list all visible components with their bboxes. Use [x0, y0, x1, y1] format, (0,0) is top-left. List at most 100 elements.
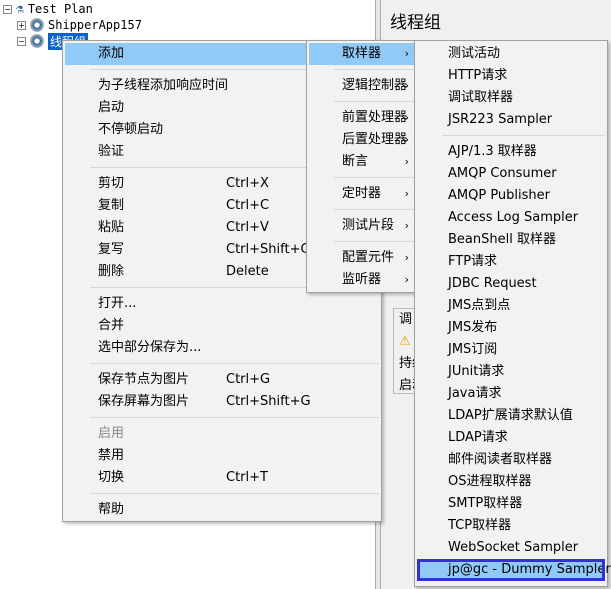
menu-item[interactable]: 配置元件 ›	[309, 247, 415, 269]
chevron-right-icon: ›	[404, 219, 409, 232]
menu-item[interactable]: 邮件阅读者取样器	[417, 449, 605, 471]
menu-item[interactable]: JMS发布	[417, 317, 605, 339]
tree-node-shipperapp[interactable]: + ShipperApp157	[17, 17, 142, 33]
menu-item[interactable]: AMQP Publisher	[417, 185, 605, 207]
menu-item-label: 邮件阅读者取样器	[448, 452, 553, 467]
menu-item[interactable]: AMQP Consumer	[417, 163, 605, 185]
menu-separator	[307, 237, 417, 247]
menu-item[interactable]: jp@gc - Dummy Sampler	[417, 559, 611, 581]
menu-item[interactable]: Java请求	[417, 383, 605, 405]
menu-item[interactable]: 打开...	[65, 293, 379, 315]
menu-item-label: 调试取样器	[448, 90, 514, 105]
menu-item[interactable]: WebSocket Sampler	[417, 537, 605, 559]
menu-item[interactable]: AJP/1.3 取样器	[417, 141, 605, 163]
menu-item[interactable]: JSR223 Sampler	[417, 109, 605, 131]
menu-item[interactable]: 后置处理器 ›	[309, 129, 415, 151]
menu-item-label: HTTP请求	[448, 68, 508, 83]
menu-item-label: JUnit请求	[448, 364, 505, 379]
shortcut-label: Ctrl+V	[226, 220, 269, 235]
menu-item[interactable]: 定时器 ›	[309, 183, 415, 205]
menu-item-label: 逻辑控制器	[342, 78, 408, 93]
menu-item[interactable]: BeanShell 取样器	[417, 229, 605, 251]
menu-separator	[63, 489, 381, 499]
collapse-icon[interactable]: −	[3, 4, 12, 14]
menu-item[interactable]: JUnit请求	[417, 361, 605, 383]
menu-item[interactable]: JMS订阅	[417, 339, 605, 361]
menu-item-label: FTP请求	[448, 254, 498, 269]
menu-item-label: 保存屏幕为图片	[98, 394, 190, 409]
chevron-right-icon: ›	[404, 155, 409, 168]
tree-node-test-plan[interactable]: − ⚗ Test Plan	[3, 1, 93, 17]
menu-item-label: 合并	[98, 318, 125, 333]
expand-icon[interactable]: +	[17, 20, 26, 30]
menu-item[interactable]: 合并	[65, 315, 379, 337]
menu-item[interactable]: FTP请求	[417, 251, 605, 273]
menu-item[interactable]: 前置处理器 ›	[309, 107, 415, 129]
menu-item[interactable]: HTTP请求	[417, 65, 605, 87]
menu-item-label: 定时器	[342, 186, 382, 201]
menu-item-label: 选中部分保存为...	[98, 340, 202, 355]
menu-item-label: LDAP请求	[448, 430, 508, 445]
menu-item[interactable]: 保存节点为图片 Ctrl+G	[65, 369, 379, 391]
menu-item-label: AMQP Consumer	[448, 166, 557, 181]
menu-item[interactable]: 切换 Ctrl+T	[65, 467, 379, 489]
menu-item-label: 测试活动	[448, 46, 501, 61]
menu-item[interactable]: OS进程取样器	[417, 471, 605, 493]
shortcut-label: Ctrl+G	[226, 372, 271, 387]
menu-item-label: 启用	[98, 426, 125, 441]
menu-item[interactable]: 监听器 ›	[309, 269, 415, 291]
menu-item[interactable]: SMTP取样器	[417, 493, 605, 515]
menu-item[interactable]: 保存屏幕为图片 Ctrl+Shift+G	[65, 391, 379, 413]
menu-item[interactable]: JDBC Request	[417, 273, 605, 295]
menu-item-label: JDBC Request	[448, 276, 537, 291]
menu-item[interactable]: 禁用	[65, 445, 379, 467]
menu-item-label: TCP取样器	[448, 518, 512, 533]
chevron-right-icon: ›	[404, 273, 409, 286]
menu-item-label: 后置处理器	[342, 132, 408, 147]
tree-label: ShipperApp157	[48, 18, 142, 32]
menu-item[interactable]: 断言 ›	[309, 151, 415, 173]
chevron-right-icon: ›	[404, 251, 409, 264]
menu-item-label: 复写	[98, 242, 125, 257]
menu-item[interactable]: 测试活动	[417, 43, 605, 65]
menu-item-label: 启动	[98, 100, 125, 115]
collapse-icon[interactable]: −	[17, 36, 26, 46]
menu-item[interactable]: 选中部分保存为...	[65, 337, 379, 359]
menu-item[interactable]: LDAP请求	[417, 427, 605, 449]
menu-item-label: Access Log Sampler	[448, 210, 579, 225]
menu-item[interactable]: 调试取样器	[417, 87, 605, 109]
menu-item-label: 粘贴	[98, 220, 125, 235]
menu-item[interactable]: 启用	[65, 423, 379, 445]
menu-item-label: 切换	[98, 470, 125, 485]
shortcut-label: Delete	[226, 264, 269, 279]
menu-item-label: SMTP取样器	[448, 496, 523, 511]
menu-item-label: 不停顿启动	[98, 122, 164, 137]
menu-item[interactable]: 测试片段 ›	[309, 215, 415, 237]
menu-item-label: 配置元件	[342, 250, 395, 265]
menu-item-label: OS进程取样器	[448, 474, 532, 489]
menu-item[interactable]: JMS点到点	[417, 295, 605, 317]
menu-item-label: AJP/1.3 取样器	[448, 144, 537, 159]
shortcut-label: Ctrl+Shift+G	[226, 394, 311, 409]
menu-item[interactable]: 逻辑控制器 ›	[309, 75, 415, 97]
menu-item[interactable]: 取样器 ›	[309, 43, 415, 65]
menu-item[interactable]: Access Log Sampler	[417, 207, 605, 229]
menu-item-label: 断言	[342, 154, 369, 169]
menu-item-label: 帮助	[98, 502, 125, 517]
menu-item-label: 取样器	[342, 46, 382, 61]
chevron-right-icon: ›	[404, 133, 409, 146]
flask-icon: ⚗	[16, 1, 24, 17]
shortcut-label: Ctrl+Shift+C	[226, 242, 310, 257]
add-submenu: 取样器 › 逻辑控制器 › 前置处理器 › 后置处理器 › 断言 › 定时器 › 测试片段 › 配置元件 › 监…	[306, 40, 418, 293]
menu-item-label: 禁用	[98, 448, 125, 463]
menu-item[interactable]: 帮助	[65, 499, 379, 521]
sampler-submenu: 测试活动 HTTP请求 调试取样器 JSR223 Sampler AJP/1.3 取样器…	[414, 40, 611, 587]
menu-item-label: WebSocket Sampler	[448, 540, 579, 555]
menu-item-label: Java请求	[448, 386, 502, 401]
menu-item[interactable]: LDAP扩展请求默认值	[417, 405, 605, 427]
menu-item-label: BeanShell 取样器	[448, 232, 556, 247]
gear-icon	[30, 18, 44, 32]
menu-item[interactable]: TCP取样器	[417, 515, 605, 537]
menu-item-label: 复制	[98, 198, 125, 213]
menu-item-label: AMQP Publisher	[448, 188, 550, 203]
